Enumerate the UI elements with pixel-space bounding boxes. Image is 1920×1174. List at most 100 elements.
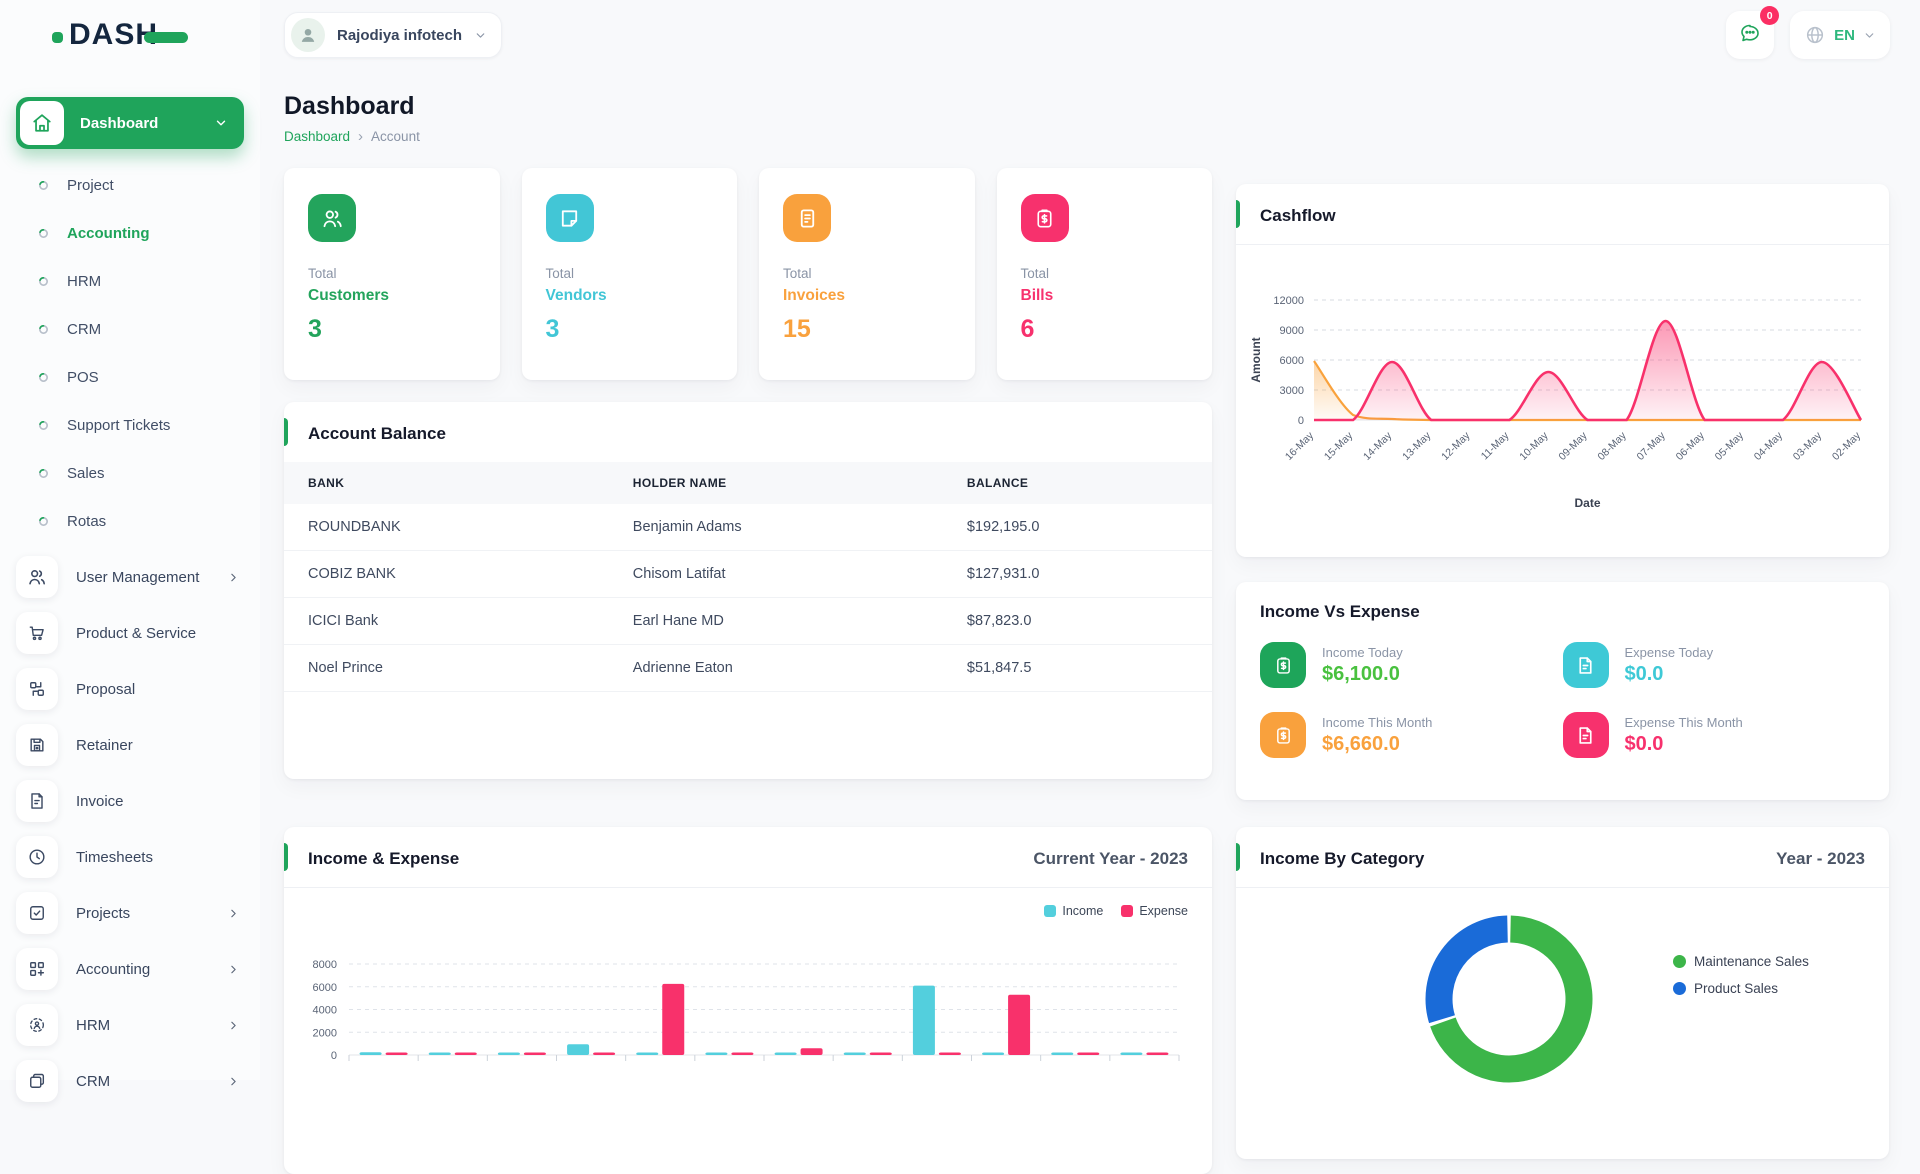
income-by-category-card: Income By Category Year - 2023 Maintenan… [1236,827,1889,1159]
cashflow-chart: 0 3000 6000 9000 1200016-May15-May14-May… [1236,245,1886,545]
check-square-icon [16,892,58,934]
sidebar-item-sales[interactable]: Sales [16,449,244,497]
account-balance-table: BANK HOLDER NAME BALANCE ROUNDBANK Benja… [284,462,1212,692]
bullet-icon [38,276,49,287]
sidebar-item-projects[interactable]: Projects [16,889,244,937]
file-icon [1563,642,1609,688]
svg-text:09-May: 09-May [1556,429,1590,463]
user-menu[interactable]: Rajodiya infotech [284,12,502,58]
sidebar-item-accounting[interactable]: Accounting [16,945,244,993]
legend-item-product-sales: Product Sales [1673,981,1809,996]
sidebar-item-user-management[interactable]: User Management [16,553,244,601]
sidebar-item-project[interactable]: Project [16,161,244,209]
invoice-icon [783,194,831,242]
file-icon [1563,712,1609,758]
expense-legend-swatch [1121,905,1133,917]
chevron-down-icon [214,116,228,130]
sidebar-item-label: POS [67,369,99,386]
sidebar-item-proposal[interactable]: Proposal [16,665,244,713]
sidebar-item-invoice[interactable]: Invoice [16,777,244,825]
ive-value: $6,660.0 [1322,733,1432,756]
sidebar-item-label: Dashboard [80,115,214,132]
sidebar-item-label: Timesheets [76,849,244,866]
svg-text:Date: Date [1574,496,1600,510]
stat-card-invoices: Total Invoices 15 [759,168,975,380]
sidebar-item-label: Rotas [67,513,106,530]
income-expense-chart: 0 2000 4000 6000 8000 [294,918,1199,1118]
chart-legend: Income Expense [284,888,1212,918]
breadcrumb-separator-icon: › [358,129,363,144]
stat-label: Total [783,266,951,281]
bullet-icon [38,228,49,239]
sidebar-item-label: Projects [76,905,227,922]
cell-bank: ICICI Bank [284,598,609,645]
cell-holder: Chisom Latifat [609,551,943,598]
cell-balance: $51,847.5 [943,645,1212,692]
breadcrumb: Dashboard › Account [284,129,1890,144]
sidebar-item-product-and-service[interactable]: Product & Service [16,609,244,657]
cell-bank: COBIZ BANK [284,551,609,598]
cell-balance: $87,823.0 [943,598,1212,645]
income-vs-expense-header: Income Vs Expense [1236,582,1889,624]
svg-text:14-May: 14-May [1361,429,1395,463]
legend-item-expense: Expense [1121,904,1188,918]
sidebar-item-rotas[interactable]: Rotas [16,497,244,545]
maintenance-sales-dot [1673,955,1686,968]
svg-text:06-May: 06-May [1674,429,1708,463]
globe-icon [1804,24,1826,46]
sidebar-item-label: Retainer [76,737,244,754]
legend-item-maintenance-sales: Maintenance Sales [1673,954,1809,969]
breadcrumb-current: Account [371,129,420,144]
card-subtitle: Year - 2023 [1776,849,1865,869]
card-title: Income By Category [1260,849,1424,869]
sidebar-item-label: CRM [67,321,101,338]
sidebar-item-label: Proposal [76,681,244,698]
sidebar-item-hrm[interactable]: HRM [16,1001,244,1049]
column-header-holder: HOLDER NAME [609,462,943,504]
svg-text:3000: 3000 [1280,385,1304,397]
ive-item-income-this-month: Income This Month $6,660.0 [1260,712,1563,758]
svg-text:15-May: 15-May [1322,429,1356,463]
sidebar-item-dashboard[interactable]: Dashboard [16,97,244,149]
chevron-right-icon [227,963,240,976]
cashflow-header: Cashflow [1236,184,1889,245]
income-legend-swatch [1044,905,1056,917]
language-selector[interactable]: EN [1790,11,1890,59]
sidebar-item-support-tickets[interactable]: Support Tickets [16,401,244,449]
donut-wrap: Maintenance Sales Product Sales [1236,888,1889,1097]
cell-bank: ROUNDBANK [284,504,609,551]
sidebar-item-accounting[interactable]: Accounting [16,209,244,257]
svg-text:05-May: 05-May [1713,429,1747,463]
chat-button[interactable]: 0 [1726,11,1774,59]
stat-value: 15 [783,315,951,344]
stat-label: Total [308,266,476,281]
svg-text:02-May: 02-May [1830,429,1864,463]
product-sales-dot [1673,982,1686,995]
sidebar-item-label: HRM [76,1017,227,1034]
chevron-down-icon [474,29,487,42]
sidebar-item-pos[interactable]: POS [16,353,244,401]
sidebar-item-timesheets[interactable]: Timesheets [16,833,244,881]
sidebar-item-hrm[interactable]: HRM [16,257,244,305]
svg-text:10-May: 10-May [1517,429,1551,463]
sidebar-item-label: Product & Service [76,625,244,642]
breadcrumb-link-dashboard[interactable]: Dashboard [284,129,350,144]
stat-value: 3 [308,315,476,344]
sidebar-item-label: Support Tickets [67,417,170,434]
cell-holder: Adrienne Eaton [609,645,943,692]
stat-value: 3 [546,315,714,344]
table-row: ICICI Bank Earl Hane MD $87,823.0 [284,598,1212,645]
table-row: Noel Prince Adrienne Eaton $51,847.5 [284,645,1212,692]
ive-value: $0.0 [1625,663,1714,686]
logo-dot [52,32,63,43]
users-icon [308,194,356,242]
ive-label: Income Today [1322,645,1403,660]
sidebar-item-retainer[interactable]: Retainer [16,721,244,769]
income-vs-expense-card: Income Vs Expense Income Today $6,100.0 … [1236,582,1889,800]
brand-logo[interactable]: DASH [0,0,260,70]
bullet-icon [38,180,49,191]
sidebar-item-crm[interactable]: CRM [16,305,244,353]
card-subtitle: Current Year - 2023 [1033,849,1188,869]
main-content: Dashboard Dashboard › Account Total Cust… [260,70,1920,1080]
svg-text:12000: 12000 [1273,295,1304,307]
